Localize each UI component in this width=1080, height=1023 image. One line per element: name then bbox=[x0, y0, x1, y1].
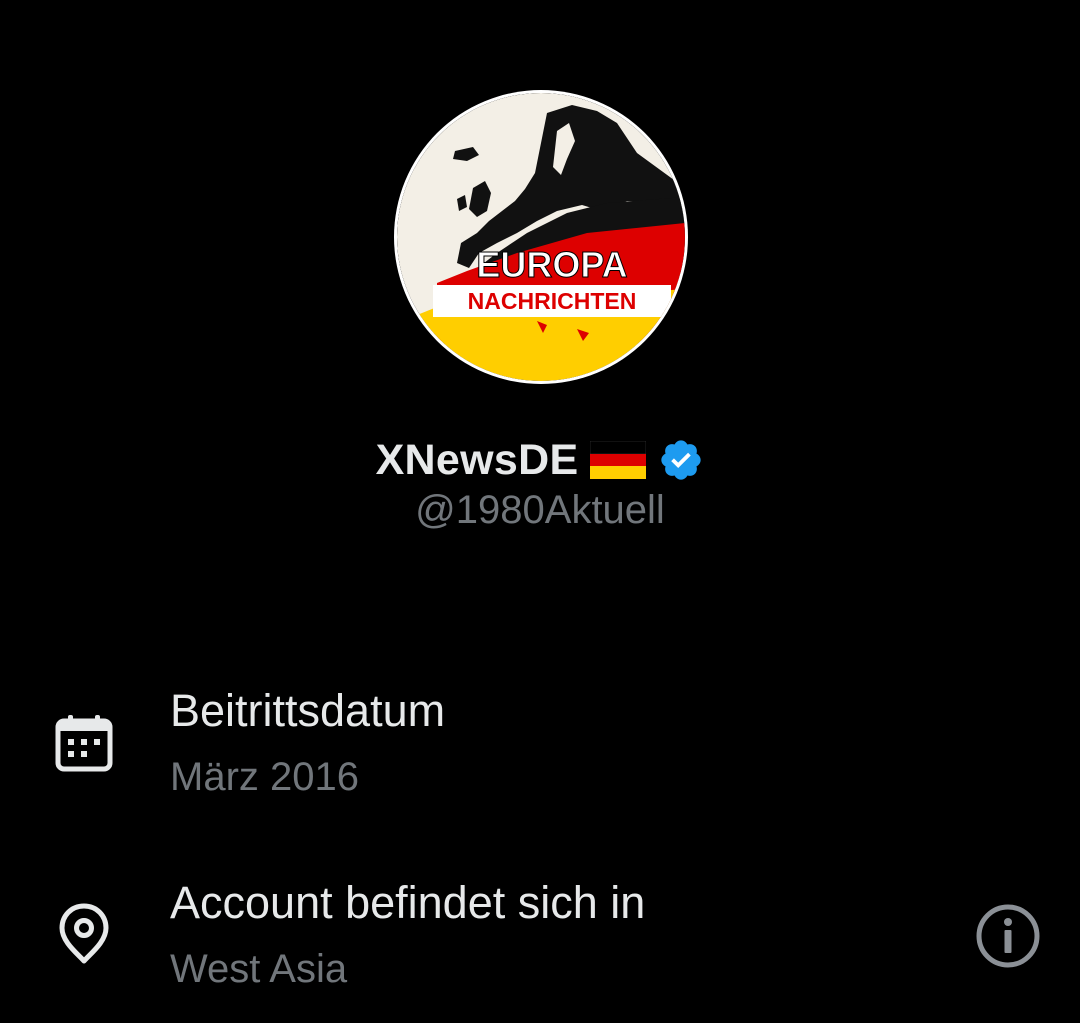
profile-avatar[interactable]: EUROPA NACHRICHTEN bbox=[397, 93, 685, 381]
germany-flag-icon bbox=[590, 441, 647, 479]
logo-text-europa: EUROPA bbox=[476, 244, 627, 285]
joined-title: Beitrittsdatum bbox=[170, 685, 446, 736]
joined-date: März 2016 bbox=[170, 755, 359, 799]
europa-nachrichten-logo: EUROPA NACHRICHTEN bbox=[397, 93, 685, 381]
user-handle: @1980Aktuell bbox=[415, 488, 665, 532]
location-title: Account befindet sich in bbox=[170, 877, 646, 928]
calendar-icon bbox=[55, 715, 113, 772]
location-pin-icon bbox=[59, 903, 109, 964]
display-name-row: XNewsDE bbox=[0, 428, 1080, 492]
verified-badge-icon[interactable] bbox=[658, 437, 704, 483]
display-name: XNewsDE bbox=[375, 435, 579, 484]
logo-text-nachrichten: NACHRICHTEN bbox=[468, 288, 637, 314]
location-value: West Asia bbox=[170, 947, 348, 991]
info-icon[interactable] bbox=[974, 902, 1042, 970]
